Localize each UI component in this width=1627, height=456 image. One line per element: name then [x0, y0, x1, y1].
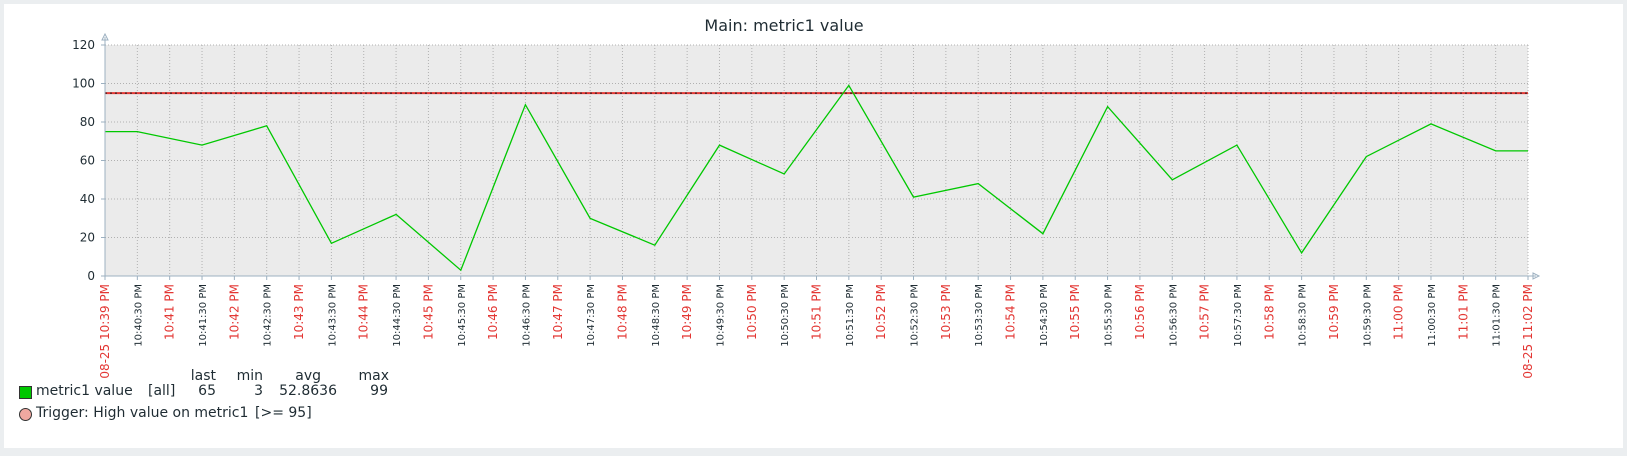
x-tick-label: 10:46 PM: [486, 284, 500, 340]
legend-header-max: max: [358, 368, 389, 384]
x-tick-label: 10:58 PM: [1262, 284, 1276, 340]
x-tick-label: 10:55 PM: [1068, 284, 1082, 340]
x-tick-label: 10:50 PM: [745, 284, 759, 340]
x-tick-label: 10:59 PM: [1327, 284, 1341, 340]
x-tick-label: 10:51:30 PM: [845, 284, 856, 347]
x-tick-label: 10:52 PM: [874, 284, 888, 340]
legend-trigger-condition: [>= 95]: [255, 405, 312, 421]
x-tick-label: 10:43 PM: [292, 284, 306, 340]
x-tick-label: 11:01 PM: [1456, 284, 1470, 340]
x-tick-labels: 08-25 10:39 PM 10:40:30 PM 10:41 PM 10:41:3…: [98, 276, 1535, 379]
x-tick-label: 10:48:30 PM: [651, 284, 662, 347]
legend-header-min: min: [236, 368, 263, 384]
legend-trigger-label: Trigger: High value on metric1: [36, 405, 249, 421]
x-tick-label: 10:59:30 PM: [1362, 284, 1373, 347]
x-tick-label: 10:57:30 PM: [1233, 284, 1244, 347]
x-tick-label: 10:51 PM: [810, 284, 824, 340]
x-tick-label: 10:44 PM: [357, 284, 371, 340]
x-tick-label: 10:56 PM: [1133, 284, 1147, 340]
x-tick-label: 10:49 PM: [680, 284, 694, 340]
x-tick-label: 10:50:30 PM: [780, 284, 791, 347]
y-tick-label: 100: [72, 77, 95, 91]
x-tick-label: 10:55:30 PM: [1104, 284, 1115, 347]
y-tick-label: 80: [80, 115, 95, 129]
x-tick-label: 10:52:30 PM: [910, 284, 921, 347]
x-tick-label: 10:41:30 PM: [198, 284, 209, 347]
x-tick-label: 08-25 10:39 PM: [98, 284, 112, 379]
x-tick-label: 10:57 PM: [1198, 284, 1212, 340]
x-tick-label: 10:47:30 PM: [586, 284, 597, 347]
x-tick-label: 10:44:30 PM: [392, 284, 403, 347]
x-tick-label: 11:00:30 PM: [1427, 284, 1438, 347]
x-tick-label: 10:53:30 PM: [974, 284, 985, 347]
x-tick-label: 10:47 PM: [551, 284, 565, 340]
x-tick-label: 10:42:30 PM: [263, 284, 274, 347]
x-tick-label: 10:54:30 PM: [1039, 284, 1050, 347]
legend-series-max: 99: [370, 383, 388, 399]
x-tick-label: 10:54 PM: [1004, 284, 1018, 340]
y-tick-label: 60: [80, 154, 95, 168]
x-tick-label: 10:49:30 PM: [715, 284, 726, 347]
x-tick-label: 10:40:30 PM: [133, 284, 144, 347]
x-tick-label: 08-25 11:02 PM: [1521, 284, 1535, 379]
legend-header-avg: avg: [295, 368, 321, 384]
x-tick-label: 11:00 PM: [1392, 284, 1406, 340]
x-tick-label: 10:56:30 PM: [1168, 284, 1179, 347]
x-tick-label: 10:46:30 PM: [521, 284, 532, 347]
x-tick-label: 10:41 PM: [163, 284, 177, 340]
x-tick-label: 10:45 PM: [421, 284, 435, 340]
y-tick-label: 120: [72, 38, 95, 52]
y-tick-labels: 0 20 40 60 80 100 120: [72, 38, 105, 283]
chart-title: Main: metric1 value: [704, 16, 863, 35]
y-tick-label: 0: [87, 269, 95, 283]
x-tick-label: 10:43:30 PM: [327, 284, 338, 347]
y-tick-label: 20: [80, 231, 95, 245]
legend-series-swatch: [19, 386, 32, 399]
y-tick-label: 40: [80, 192, 95, 206]
x-tick-label: 10:48 PM: [615, 284, 629, 340]
legend-trigger-swatch: [19, 408, 32, 421]
x-tick-label: 10:42 PM: [227, 284, 241, 340]
legend-series-name: metric1 value: [36, 383, 133, 399]
x-tick-label: 10:58:30 PM: [1298, 284, 1309, 347]
x-tick-label: 10:53 PM: [939, 284, 953, 340]
x-tick-label: 10:45:30 PM: [457, 284, 468, 347]
legend-series-min: 3: [254, 383, 263, 399]
x-tick-label: 11:01:30 PM: [1492, 284, 1503, 347]
graph-frame: 0 20 40 60 80 100 120 08-25 10:39 PM 10:40:30 P…: [4, 4, 1623, 448]
